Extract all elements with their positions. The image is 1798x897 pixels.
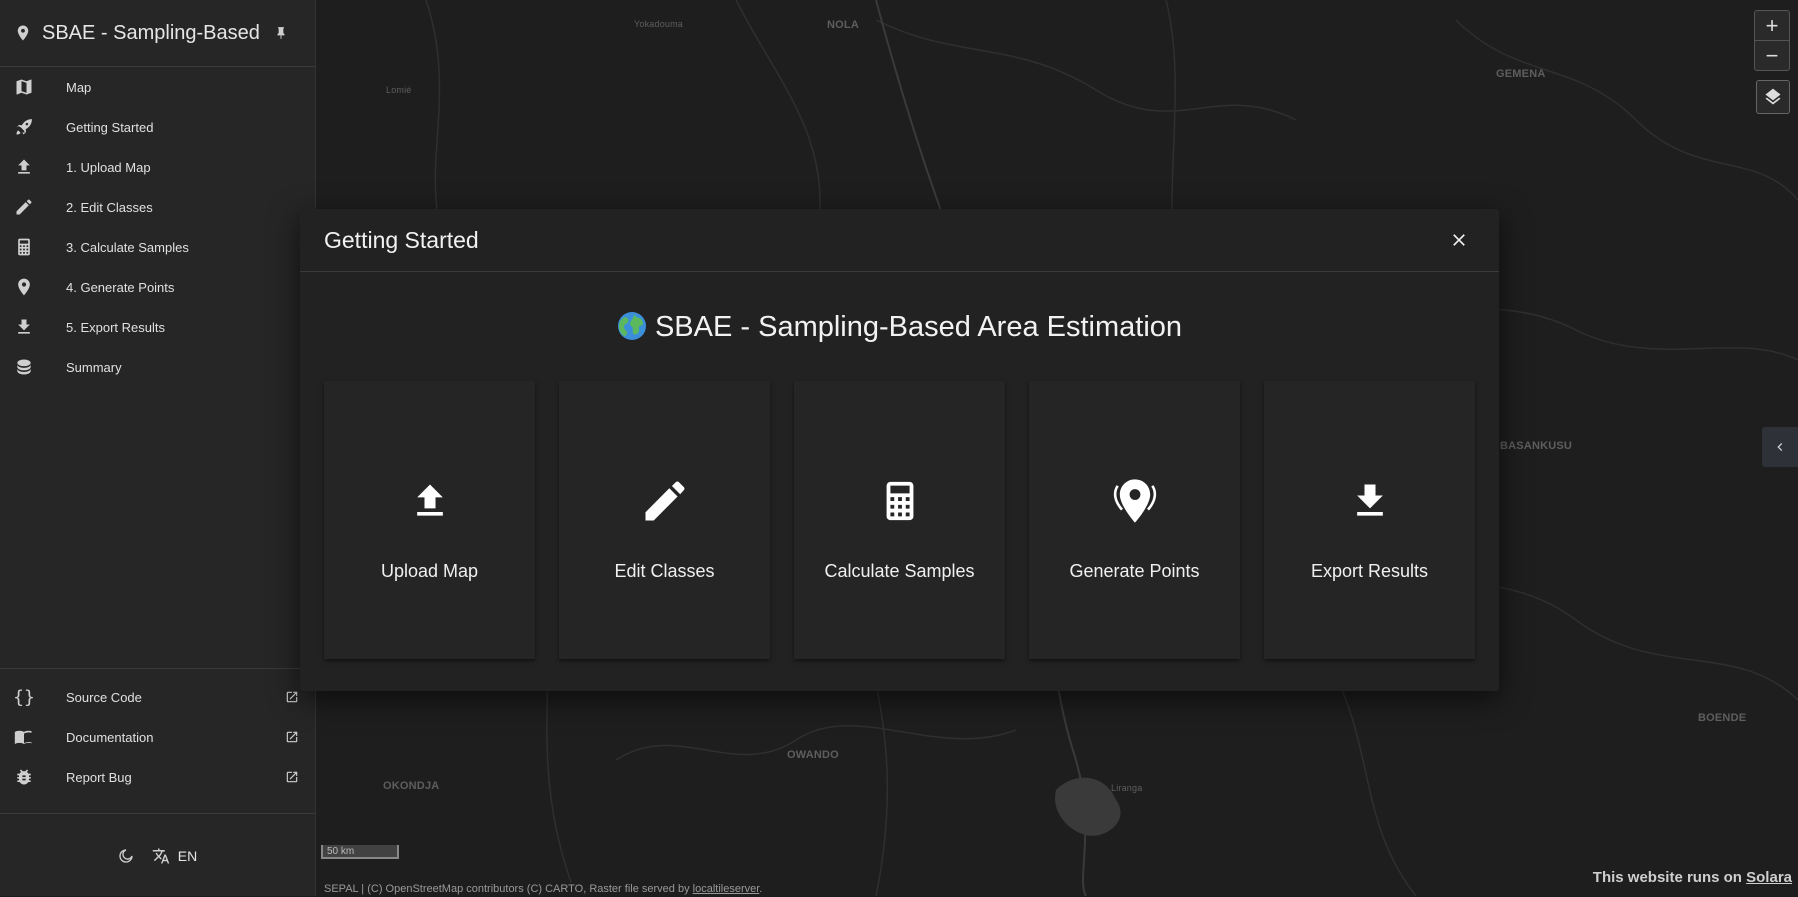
code-braces-icon: {} — [13, 686, 35, 708]
nav-label: Summary — [66, 359, 122, 375]
map-label: Liranga — [1111, 783, 1143, 793]
map-label: GEMENA — [1496, 68, 1546, 80]
sidebar-footer: EN — [0, 813, 315, 897]
database-icon — [17, 359, 31, 375]
getting-started-dialog: Getting Started SBAE - Sampling-Based Ar… — [300, 209, 1499, 691]
pin-icon[interactable] — [274, 26, 288, 40]
card-label: Generate Points — [1069, 561, 1200, 581]
open-in-new-icon — [286, 771, 298, 783]
map-label: OKONDJA — [383, 780, 440, 792]
chevron-left-icon — [1777, 443, 1783, 451]
theme-toggle-icon[interactable] — [118, 848, 134, 864]
globe-icon — [617, 312, 646, 340]
nav-label: 5. Export Results — [66, 319, 165, 335]
nav-item-upload-map[interactable]: 1. Upload Map — [0, 147, 315, 187]
workflow-cards: Upload Map Edit Classes Calculate Sample… — [324, 381, 1475, 659]
map-label: BASANKUSU — [1500, 440, 1573, 452]
nav-item-export-results[interactable]: 5. Export Results — [0, 307, 315, 347]
download-icon — [18, 319, 30, 334]
nav-item-getting-started[interactable]: Getting Started — [0, 107, 315, 147]
nav-item-edit-classes[interactable]: 2. Edit Classes — [0, 187, 315, 227]
book-icon — [14, 730, 32, 745]
zoom-control: + − — [1754, 10, 1790, 71]
attribution-text: SEPAL | (C) OpenStreetMap contributors (… — [324, 883, 693, 895]
nav-item-calculate-samples[interactable]: 3. Calculate Samples — [0, 227, 315, 267]
map-marker-icon — [1113, 479, 1156, 523]
link-label: Source Code — [66, 689, 142, 705]
card-edit-classes[interactable]: Edit Classes — [559, 381, 770, 659]
download-icon — [1356, 484, 1383, 516]
map-icon — [16, 79, 32, 95]
source-code-link[interactable]: {} Source Code — [0, 677, 315, 717]
nav-label: Map — [66, 79, 92, 95]
solara-notice: This website runs on Solara — [1593, 869, 1792, 886]
map-marker-icon — [18, 278, 30, 296]
map-marker-icon — [17, 25, 29, 41]
scale-bar: 50 km — [321, 845, 399, 859]
map-attribution: SEPAL | (C) OpenStreetMap contributors (… — [320, 882, 767, 896]
link-label: Report Bug — [66, 769, 132, 785]
upload-icon — [416, 484, 443, 516]
dialog-heading: SBAE - Sampling-Based Area Estimation — [300, 311, 1499, 344]
calculator-icon — [18, 238, 30, 256]
nav-item-summary[interactable]: Summary — [0, 347, 315, 387]
solara-link[interactable]: Solara — [1746, 869, 1792, 886]
nav-item-map[interactable]: Map — [0, 67, 315, 107]
nav-label: 4. Generate Points — [66, 279, 175, 295]
close-icon[interactable] — [1449, 230, 1469, 250]
app-title: SBAE - Sampling-Based — [42, 21, 260, 44]
solara-notice-text: This website runs on — [1592, 869, 1747, 886]
open-in-new-icon — [286, 731, 298, 743]
nav-item-generate-points[interactable]: 4. Generate Points — [0, 267, 315, 307]
external-links: {} Source Code Documentation Report Bug — [0, 668, 315, 797]
zoom-out-button[interactable]: − — [1755, 40, 1789, 70]
nav-label: 1. Upload Map — [66, 159, 151, 175]
pencil-icon — [645, 481, 684, 521]
nav-label: Getting Started — [66, 119, 154, 135]
link-label: Documentation — [66, 729, 154, 745]
nav-label: 2. Edit Classes — [66, 199, 153, 215]
translate-icon — [152, 848, 170, 863]
map-label: Lomié — [386, 85, 412, 95]
language-selector[interactable]: EN — [152, 847, 197, 865]
bug-icon — [17, 769, 31, 785]
map-label: BOENDE — [1698, 712, 1747, 724]
calculator-icon — [886, 481, 913, 521]
card-label: Export Results — [1310, 561, 1429, 581]
language-code: EN — [177, 847, 198, 864]
card-label: Edit Classes — [614, 561, 715, 581]
map-label: Yokadouma — [634, 19, 684, 29]
dialog-title: Getting Started — [324, 226, 479, 253]
layers-icon — [1765, 88, 1781, 105]
card-upload-map[interactable]: Upload Map — [324, 381, 535, 659]
map-label: NOLA — [827, 19, 859, 31]
sidebar-header: SBAE - Sampling-Based — [0, 0, 315, 67]
sidebar: SBAE - Sampling-Based Map Getting Starte… — [0, 0, 316, 896]
documentation-link[interactable]: Documentation — [0, 717, 315, 757]
card-calculate-samples[interactable]: Calculate Samples — [794, 381, 1005, 659]
upload-icon — [18, 159, 30, 174]
card-export-results[interactable]: Export Results — [1264, 381, 1475, 659]
side-panel-toggle[interactable] — [1762, 427, 1798, 467]
pencil-icon — [16, 199, 32, 215]
map-label: OWANDO — [787, 749, 839, 761]
report-bug-link[interactable]: Report Bug — [0, 757, 315, 797]
open-in-new-icon — [286, 691, 298, 703]
dialog-header: Getting Started — [300, 209, 1499, 272]
card-label: Calculate Samples — [824, 561, 975, 581]
main-nav: Map Getting Started 1. Upload Map 2. Edi… — [0, 67, 315, 387]
card-generate-points[interactable]: Generate Points — [1029, 381, 1240, 659]
card-label: Upload Map — [380, 561, 479, 581]
zoom-in-button[interactable]: + — [1755, 11, 1789, 40]
dialog-heading-text: SBAE - Sampling-Based Area Estimation — [654, 311, 1183, 343]
layers-button[interactable] — [1756, 80, 1790, 114]
attribution-end: . — [759, 883, 763, 895]
localtileserver-link[interactable]: localtileserver — [693, 883, 760, 895]
nav-label: 3. Calculate Samples — [66, 239, 189, 255]
rocket-icon — [16, 119, 32, 135]
